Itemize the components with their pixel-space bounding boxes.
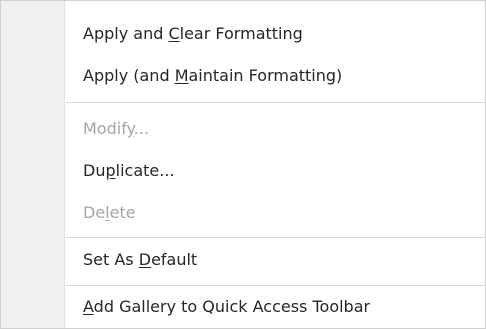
menu-item-label: Set As Default bbox=[83, 249, 198, 269]
menu-item-label: Modify... bbox=[83, 118, 149, 138]
menu-item-delete: Delete bbox=[66, 192, 485, 232]
menu-item-label: Apply and Clear Formatting bbox=[83, 23, 303, 43]
menu-item-label: Add Gallery to Quick Access Toolbar bbox=[83, 296, 371, 316]
menu-item-apply-and-maintain-formatting[interactable]: Apply (and Maintain Formatting) bbox=[66, 55, 485, 95]
menu-item-label: Duplicate... bbox=[83, 160, 175, 180]
menu-item-duplicate[interactable]: Duplicate... bbox=[66, 150, 485, 190]
menu-separator bbox=[66, 237, 485, 238]
menu-item-label: Delete bbox=[83, 202, 136, 222]
menu-item-set-as-default[interactable]: Set As Default bbox=[66, 239, 485, 279]
menu-icon-gutter bbox=[1, 1, 65, 328]
menu-item-modify: Modify... bbox=[66, 108, 485, 148]
menu-separator bbox=[66, 102, 485, 103]
menu-item-label: Apply (and Maintain Formatting) bbox=[83, 65, 343, 85]
context-menu: Apply and Clear Formatting Apply (and Ma… bbox=[0, 0, 486, 329]
menu-item-apply-and-clear-formatting[interactable]: Apply and Clear Formatting bbox=[66, 13, 485, 53]
menu-item-add-gallery-to-quick-access-toolbar[interactable]: Add Gallery to Quick Access Toolbar bbox=[66, 286, 485, 326]
